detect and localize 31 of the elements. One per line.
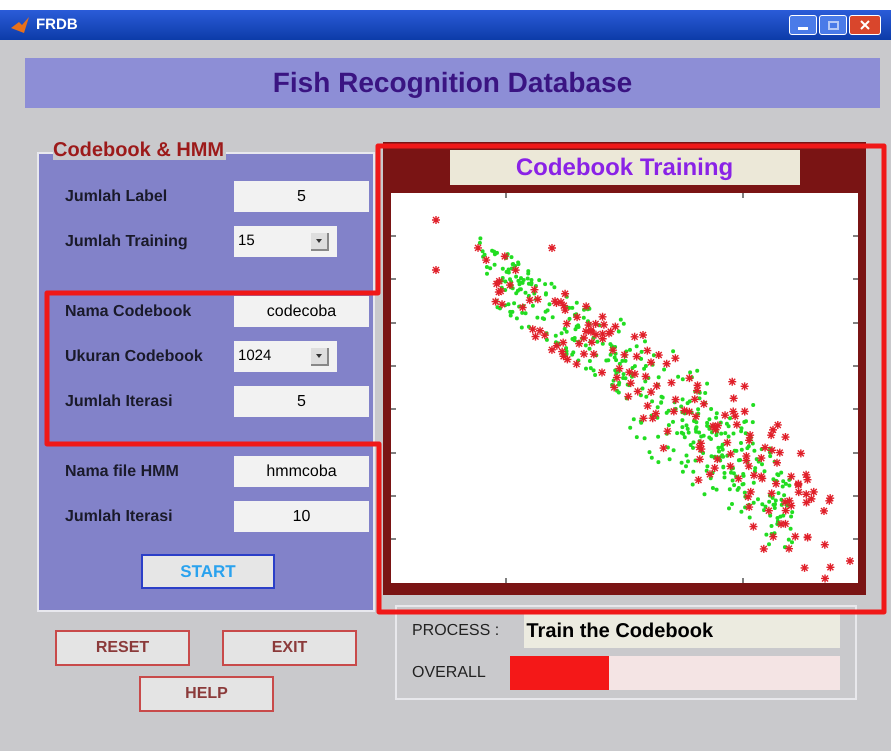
- input-field[interactable]: codecoba: [234, 296, 369, 327]
- window-title: FRDB: [36, 14, 78, 35]
- field-label: Jumlah Iterasi: [65, 392, 174, 412]
- close-button[interactable]: [849, 15, 881, 35]
- input-field[interactable]: 5: [234, 181, 369, 212]
- close-icon: [860, 20, 870, 30]
- action-button[interactable]: HELP: [139, 676, 274, 712]
- dropdown-arrow-icon: [316, 354, 322, 358]
- plot-title: Codebook Training: [450, 150, 800, 185]
- maximize-button[interactable]: [819, 15, 847, 35]
- field-label: Ukuran Codebook: [65, 346, 204, 366]
- action-button[interactable]: EXIT: [222, 630, 357, 666]
- dropdown[interactable]: 1024: [234, 341, 337, 372]
- process-label: PROCESS :: [412, 621, 500, 641]
- panel-title: Codebook & HMM: [53, 140, 226, 160]
- app-icon: [10, 16, 30, 34]
- process-value: Train the Codebook: [524, 614, 840, 648]
- minimize-button[interactable]: [789, 15, 817, 35]
- overall-label: OVERALL: [412, 663, 487, 683]
- field-label: Jumlah Label: [65, 186, 168, 206]
- dropdown-arrow-icon: [316, 238, 322, 242]
- field-label: Jumlah Iterasi: [65, 506, 174, 526]
- input-field[interactable]: 5: [234, 386, 369, 417]
- app-heading: Fish Recognition Database: [272, 66, 632, 100]
- input-field[interactable]: 10: [234, 501, 369, 532]
- field-label: Jumlah Training: [65, 232, 189, 252]
- dropdown[interactable]: 15: [234, 226, 337, 257]
- field-label: Nama file HMM: [65, 462, 180, 482]
- field-label: Nama Codebook: [65, 302, 192, 322]
- input-field[interactable]: hmmcoba: [234, 456, 369, 487]
- action-button[interactable]: RESET: [55, 630, 190, 666]
